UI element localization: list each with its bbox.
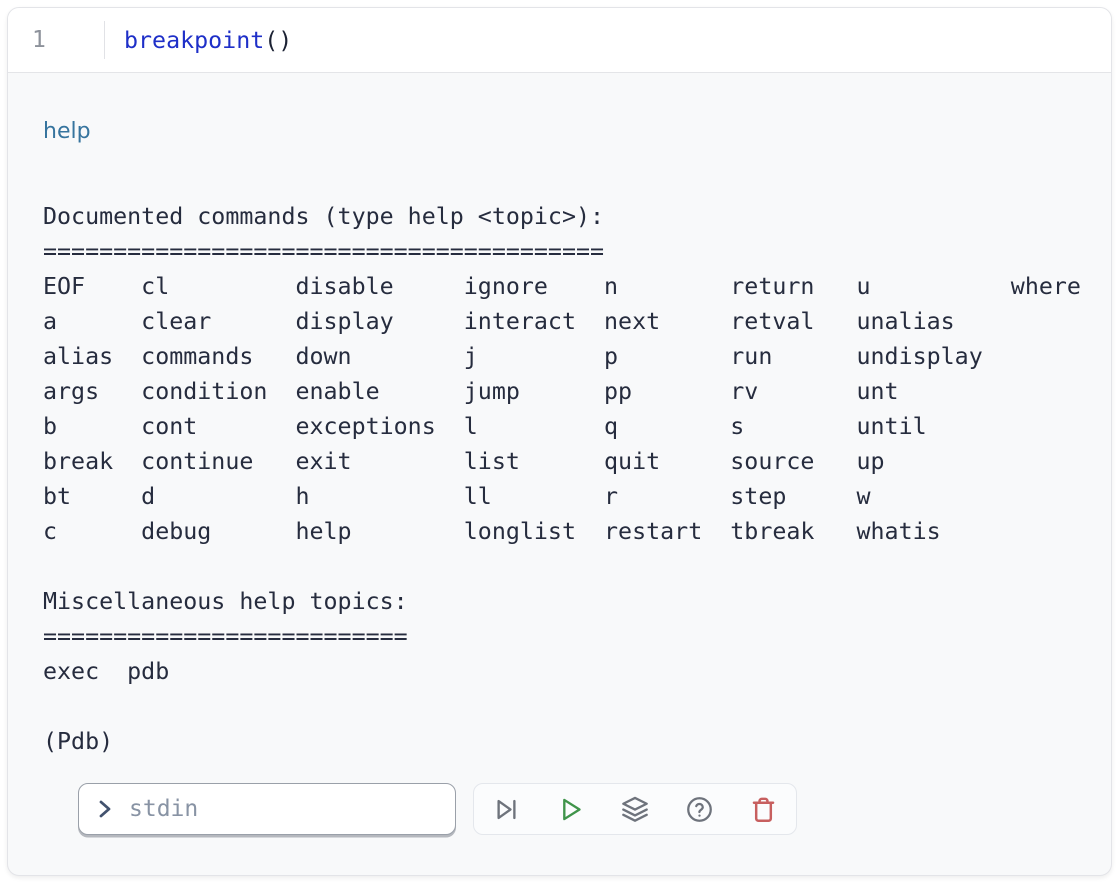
stack-button[interactable] bbox=[621, 795, 649, 823]
clear-button[interactable] bbox=[750, 796, 777, 823]
console-input-row bbox=[78, 783, 1111, 835]
layers-icon bbox=[621, 795, 649, 823]
stdin-box[interactable] bbox=[78, 783, 456, 835]
code-runner-widget: 1 breakpoint() help Documented commands … bbox=[7, 7, 1112, 876]
code-editor-bar: 1 breakpoint() bbox=[8, 8, 1111, 73]
code-paren-token: () bbox=[264, 27, 292, 54]
line-number: 1 bbox=[32, 27, 46, 53]
step-forward-icon bbox=[493, 796, 520, 823]
code-line[interactable]: breakpoint() bbox=[105, 8, 292, 72]
pdb-help-output: Documented commands (type help <topic>):… bbox=[43, 199, 1111, 759]
code-function-token: breakpoint bbox=[124, 27, 264, 54]
step-button[interactable] bbox=[493, 796, 520, 823]
help-button[interactable] bbox=[686, 796, 713, 823]
stdin-input[interactable] bbox=[127, 795, 443, 823]
command-echo: help bbox=[43, 117, 1111, 147]
play-icon bbox=[557, 796, 584, 823]
console-output-area: help Documented commands (type help <top… bbox=[8, 117, 1111, 835]
chevron-right-icon bbox=[95, 798, 115, 820]
trash-icon bbox=[750, 796, 777, 823]
run-button[interactable] bbox=[557, 796, 584, 823]
question-circle-icon bbox=[686, 796, 713, 823]
line-number-gutter: 1 bbox=[8, 8, 104, 72]
debug-toolbar bbox=[473, 783, 797, 835]
